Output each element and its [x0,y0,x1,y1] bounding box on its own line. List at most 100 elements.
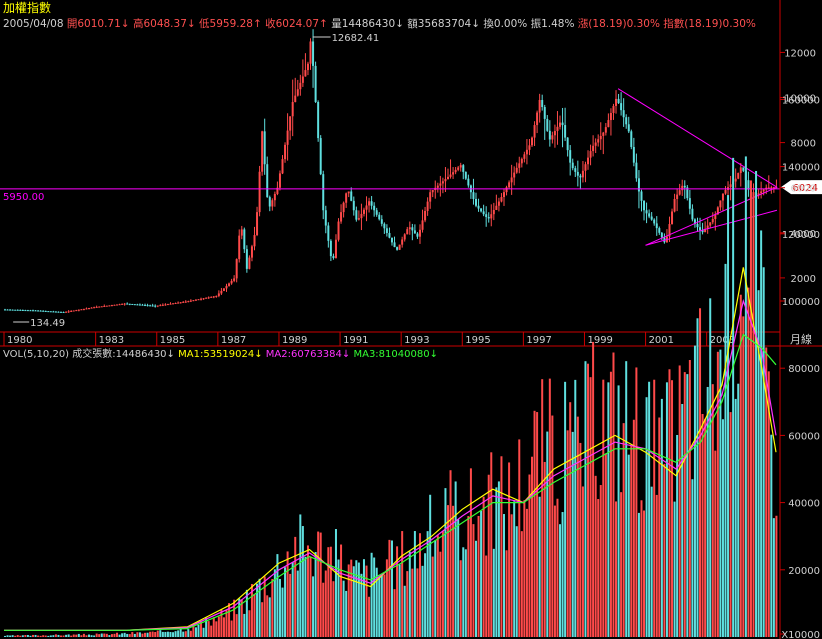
candle-body [350,191,353,201]
vol-y-tick-label: X10000 [781,630,820,639]
candle-body [149,305,152,307]
candle-body [345,193,348,203]
candle-body [637,178,640,192]
index-change-value: 指數(18.19)0.30% [663,18,756,30]
candle-body [268,197,271,207]
volume-bar [597,499,600,637]
volume-bar [62,635,65,637]
candle-body [660,232,663,238]
volume-bar [16,635,19,637]
volume-bar [660,398,663,637]
candle-body [452,172,455,175]
candle-body [426,201,429,212]
candle-body [9,309,12,311]
candle-body [495,205,498,210]
candle-body [467,178,470,186]
open-arrow: ↓ [120,18,130,30]
candle-body [561,122,564,126]
candle-body [39,310,42,312]
candle-body [770,187,773,189]
candle-body [289,116,292,131]
amount-arrow: ↓ [471,18,481,30]
open-label: 開 [66,18,78,30]
candle-body [136,304,139,306]
volume-bar [136,632,139,637]
volume-bar [668,369,671,637]
volume-bar [729,412,732,637]
volume-bar [215,621,218,637]
candle-body [503,192,506,198]
candle-body [57,311,60,313]
candle-body [368,201,371,206]
candle-body [696,224,699,228]
volume-bar [701,414,704,637]
volume-bar [699,308,702,637]
volume-bar [378,576,381,637]
candle-body [671,211,674,225]
candle-body [734,178,737,182]
volume-bar [459,560,462,637]
volume-bar [322,582,325,637]
volume-bar [327,547,330,637]
candle-body [243,229,246,250]
candle-body [212,296,215,298]
volume-bar [80,635,83,637]
vol-y-tick-label: 20000 [788,566,820,577]
candle-body [113,304,116,306]
candle-body [220,290,223,294]
quote-date: 2005/04/08 [3,18,64,30]
volume-bar [503,514,506,637]
candle-body [383,223,386,229]
volume-bar [314,552,317,637]
candle-body [401,239,404,245]
candle-body [182,301,185,303]
volume-bar [561,512,564,637]
candle-body [250,246,253,258]
volume-bar [164,631,167,637]
candle-body [584,164,587,171]
volume-bar [434,540,437,637]
volume-bar [520,531,523,637]
candle-body [571,162,574,169]
candle-body [543,107,546,119]
candle-body [444,179,447,182]
volume-bar [159,630,162,637]
candle-body [505,187,508,193]
candle-body [551,135,554,140]
volume-bar [525,508,528,637]
candle-body [256,212,259,236]
volume-bar [709,298,712,637]
triangle-support-line [645,209,778,246]
volume-bar [9,635,12,637]
volume-bar [39,635,42,637]
volume-bar [177,630,180,637]
volume-bar [72,634,75,637]
volume-bar [762,267,765,637]
volume-bar [146,632,149,637]
volume-bar [559,524,562,637]
candle-body [724,189,727,194]
volume-bar [52,635,55,637]
volume-bar [189,630,192,637]
volume-bar [332,581,335,637]
candle-body [342,202,345,213]
volume-bar [70,635,73,637]
candle-body [156,305,159,307]
candle-body [528,145,531,150]
candle-body [513,172,516,178]
volume-bar [67,634,70,637]
candle-body [312,41,315,66]
volume-bar [26,634,29,637]
volume-bar [248,610,251,637]
volume-bar [589,377,592,637]
chart-title: 加權指數 [3,1,52,15]
candle-body [574,168,577,172]
volume-bar [426,531,429,637]
candle-body [65,311,68,313]
year-tick-label: 2001 [649,335,674,346]
candle-body [273,193,276,201]
volume-bar [60,635,63,637]
candle-body [301,76,304,83]
volume-bar [518,439,521,637]
volume-bar [632,419,635,637]
